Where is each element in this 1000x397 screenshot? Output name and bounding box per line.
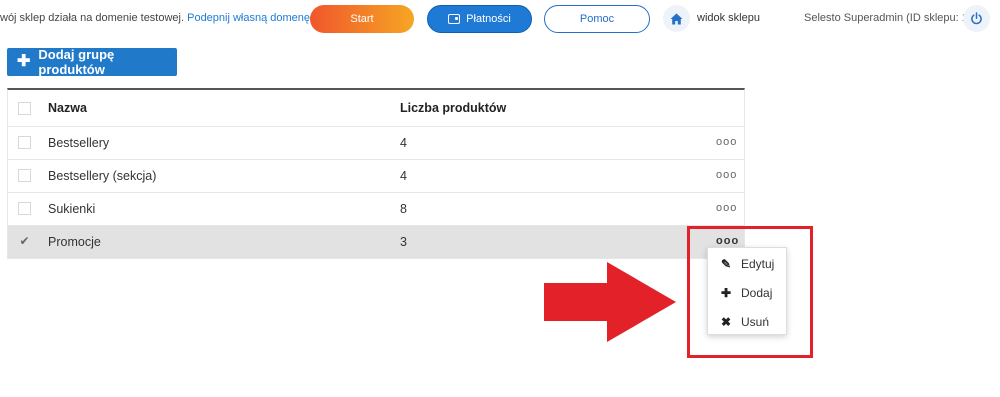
help-button[interactable]: Pomoc [544,5,650,33]
row-count: 4 [400,169,407,183]
start-button[interactable]: Start [310,5,414,33]
payments-button[interactable]: Płatności [427,5,532,33]
row-name: Bestsellery (sekcja) [48,169,157,183]
user-info: Selesto Superadmin (ID sklepu: 171) [804,12,984,24]
table-header-row: Nazwa Liczba produktów [8,90,744,127]
row-checkbox[interactable] [18,169,31,182]
plus-icon: ✚ [17,53,31,70]
domain-notice-text: wój sklep działa na domenie testowej. [0,12,185,24]
domain-notice: wój sklep działa na domenie testowej. Po… [0,12,310,24]
row-checkbox[interactable] [18,202,31,215]
logout-button[interactable] [963,5,990,32]
home-button[interactable] [663,5,690,32]
select-all-checkbox[interactable] [18,102,31,115]
row-name: Sukienki [48,202,96,216]
wallet-icon [448,14,461,24]
product-groups-table: Nazwa Liczba produktów Bestsellery 4 ooo… [7,88,745,259]
row-count: 4 [400,136,407,150]
row-checkbox[interactable] [18,136,31,149]
annotation-arrow-icon [544,262,676,342]
table-row[interactable]: Bestsellery (sekcja) 4 ooo [8,160,744,193]
help-button-label: Pomoc [579,13,615,25]
table-row[interactable]: ✔ Promocje 3 ooo [8,226,744,259]
power-icon [971,12,982,25]
table-row[interactable]: Bestsellery 4 ooo [8,127,744,160]
row-count: 8 [400,202,407,216]
connect-domain-link[interactable]: Podepnij własną domenę [187,12,310,24]
row-actions-icon[interactable]: ooo [716,169,737,181]
row-name: Bestsellery [48,136,110,150]
add-product-group-button[interactable]: ✚ Dodaj grupę produktów [7,47,177,77]
shop-view-link[interactable]: widok sklepu [697,12,760,24]
start-button-label: Start [350,13,374,25]
row-checkbox[interactable]: ✔ [18,235,31,248]
row-actions-icon[interactable]: ooo [716,136,737,148]
row-name: Promocje [48,235,101,249]
payments-button-label: Płatności [466,13,511,25]
add-product-group-label: Dodaj grupę produktów [38,47,115,77]
row-count: 3 [400,235,407,249]
column-header-name[interactable]: Nazwa [48,101,87,115]
home-icon [670,13,683,24]
column-header-count[interactable]: Liczba produktów [400,101,506,115]
annotation-highlight-box [687,226,813,358]
table-row[interactable]: Sukienki 8 ooo [8,193,744,226]
row-actions-icon[interactable]: ooo [716,202,737,214]
top-bar: wój sklep działa na domenie testowej. Po… [0,0,1000,38]
check-icon: ✔ [19,234,30,248]
